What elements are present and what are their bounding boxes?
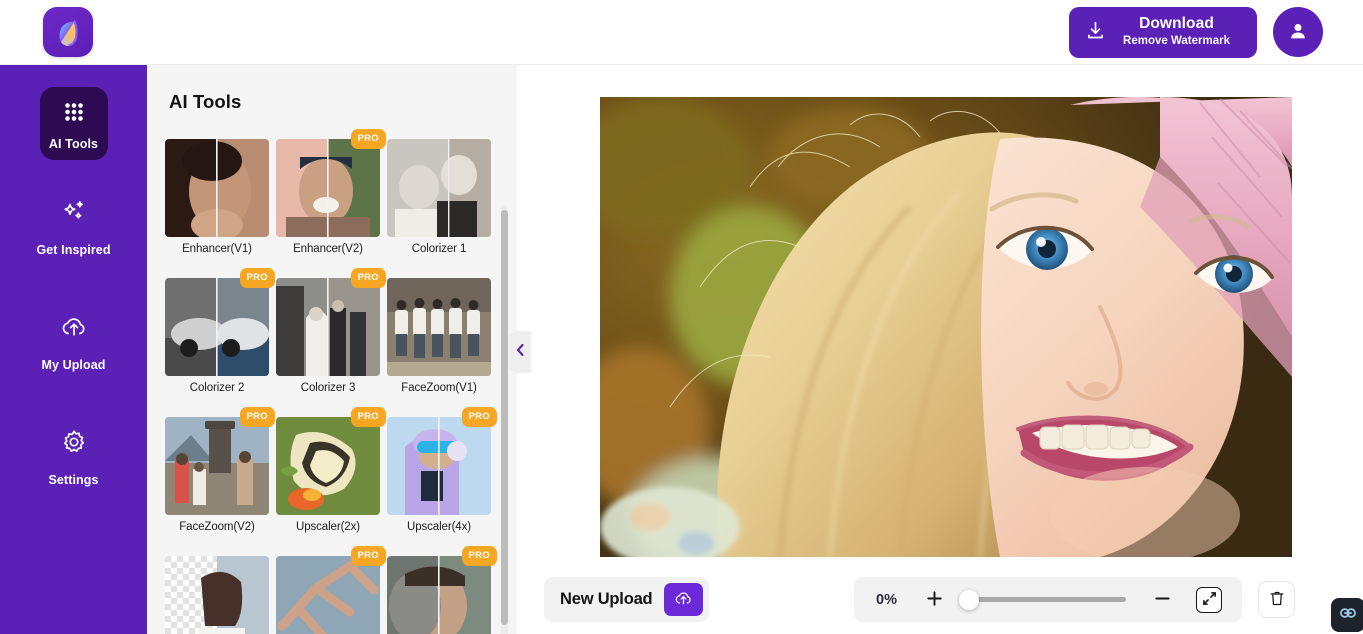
ai-tools-panel: AI Tools Enhancer(V1) PRO Enhancer(V2) C… bbox=[147, 65, 517, 634]
sidebar-item-label: Settings bbox=[48, 473, 99, 487]
tool-thumbnail bbox=[165, 139, 269, 237]
tool-card[interactable]: Enhancer(V1) bbox=[165, 139, 269, 255]
app-root: Download Remove Watermark AI Tools Get I… bbox=[0, 0, 1363, 634]
tool-thumbnail bbox=[276, 278, 380, 376]
tool-card[interactable]: PRO Upscaler(4x) bbox=[387, 407, 497, 533]
expand-arrows-icon bbox=[1202, 591, 1217, 609]
tool-card[interactable]: PRO FaceZoom(V2) bbox=[165, 407, 275, 533]
tool-card[interactable]: PRO Colorizer 3 bbox=[276, 268, 386, 394]
zoom-slider-track bbox=[960, 597, 1126, 602]
user-avatar-icon bbox=[1287, 20, 1309, 45]
preview-image[interactable] bbox=[600, 97, 1292, 557]
cloud-upload-icon bbox=[673, 589, 694, 611]
panel-scrollbar-track[interactable] bbox=[501, 205, 508, 634]
plus-icon bbox=[925, 589, 944, 611]
upload-icon-button[interactable] bbox=[664, 583, 704, 616]
chevron-left-icon bbox=[515, 343, 526, 362]
tool-thumbnail bbox=[165, 417, 269, 515]
tool-thumbnail bbox=[276, 417, 380, 515]
pro-badge: PRO bbox=[350, 129, 386, 149]
tool-label: Colorizer 2 bbox=[189, 382, 245, 394]
minus-icon bbox=[1153, 589, 1172, 611]
pro-badge: PRO bbox=[239, 268, 275, 288]
tool-card[interactable]: PRO bbox=[387, 546, 497, 634]
tool-card[interactable]: PRO Upscaler(2x) bbox=[276, 407, 386, 533]
left-sidebar: AI Tools Get Inspired My Upload Settings bbox=[0, 65, 147, 634]
tool-thumbnail bbox=[276, 556, 380, 634]
tool-card[interactable]: PRO Colorizer 2 bbox=[165, 268, 275, 394]
sidebar-item-my-upload[interactable]: My Upload bbox=[0, 299, 147, 381]
sidebar-item-ai-tools[interactable]: AI Tools bbox=[0, 87, 147, 160]
chain-link-widget[interactable] bbox=[1331, 598, 1363, 632]
fit-to-screen-button[interactable] bbox=[1196, 586, 1222, 613]
pro-badge: PRO bbox=[350, 546, 386, 566]
download-icon bbox=[1085, 20, 1106, 44]
tool-label: Upscaler(2x) bbox=[296, 521, 360, 533]
zoom-slider[interactable] bbox=[959, 586, 1126, 614]
new-upload-button[interactable]: New Upload bbox=[544, 577, 710, 622]
tool-card[interactable] bbox=[165, 556, 269, 634]
tool-label: FaceZoom(V1) bbox=[401, 382, 477, 394]
leaf-logo-icon[interactable] bbox=[43, 7, 93, 57]
tool-thumbnail bbox=[165, 556, 269, 634]
pro-badge: PRO bbox=[350, 407, 386, 427]
new-upload-label: New Upload bbox=[560, 590, 653, 608]
tool-label: Colorizer 1 bbox=[411, 243, 467, 255]
app-header: Download Remove Watermark bbox=[0, 0, 1363, 65]
panel-scrollbar-thumb[interactable] bbox=[501, 210, 508, 625]
tool-thumbnail bbox=[387, 417, 491, 515]
tool-label: FaceZoom(V2) bbox=[179, 521, 255, 533]
pro-badge: PRO bbox=[461, 407, 497, 427]
tool-label: Upscaler(4x) bbox=[407, 521, 471, 533]
tool-card[interactable]: Colorizer 1 bbox=[387, 139, 491, 255]
tool-thumbnail bbox=[387, 139, 491, 237]
tool-thumbnail bbox=[276, 139, 380, 237]
zoom-in-button[interactable] bbox=[920, 586, 948, 614]
grid-dots-icon bbox=[61, 99, 87, 130]
tool-card[interactable]: PRO Enhancer(V2) bbox=[276, 129, 386, 255]
sidebar-item-get-inspired[interactable]: Get Inspired bbox=[0, 184, 147, 266]
zoom-out-button[interactable] bbox=[1148, 586, 1176, 614]
tool-label: Enhancer(V2) bbox=[293, 243, 363, 255]
sidebar-item-label: AI Tools bbox=[48, 137, 99, 151]
download-button[interactable]: Download Remove Watermark bbox=[1069, 6, 1257, 58]
sparkles-icon bbox=[60, 198, 88, 231]
zoom-slider-thumb[interactable] bbox=[959, 589, 979, 610]
gear-icon bbox=[60, 428, 88, 461]
collapse-panel-button[interactable] bbox=[509, 331, 531, 373]
zoom-toolbar: 0% bbox=[854, 577, 1242, 622]
tool-thumbnail bbox=[387, 556, 491, 634]
download-subtitle: Remove Watermark bbox=[1123, 35, 1230, 48]
tools-scroll-area[interactable]: Enhancer(V1) PRO Enhancer(V2) Colorizer … bbox=[147, 129, 517, 634]
tool-thumbnail bbox=[165, 278, 269, 376]
pro-badge: PRO bbox=[461, 546, 497, 566]
panel-title: AI Tools bbox=[169, 91, 242, 112]
tool-label: Enhancer(V1) bbox=[182, 243, 252, 255]
delete-button[interactable] bbox=[1258, 581, 1295, 618]
tool-thumbnail bbox=[387, 278, 491, 376]
user-avatar-button[interactable] bbox=[1273, 7, 1323, 57]
tool-card[interactable]: FaceZoom(V1) bbox=[387, 278, 491, 394]
pro-badge: PRO bbox=[350, 268, 386, 288]
download-title: Download bbox=[1139, 15, 1214, 33]
zoom-percent-label: 0% bbox=[876, 591, 897, 608]
sidebar-item-settings[interactable]: Settings bbox=[0, 414, 147, 496]
tool-label: Colorizer 3 bbox=[300, 382, 356, 394]
cloud-upload-icon bbox=[59, 313, 89, 346]
chain-link-icon bbox=[1338, 603, 1358, 628]
image-canvas[interactable] bbox=[517, 65, 1363, 634]
tools-grid: Enhancer(V1) PRO Enhancer(V2) Colorizer … bbox=[165, 129, 505, 634]
trash-icon bbox=[1269, 590, 1285, 610]
tool-card[interactable]: PRO bbox=[276, 546, 386, 634]
sidebar-item-label: Get Inspired bbox=[36, 243, 111, 257]
sidebar-item-label: My Upload bbox=[41, 358, 106, 372]
pro-badge: PRO bbox=[239, 407, 275, 427]
